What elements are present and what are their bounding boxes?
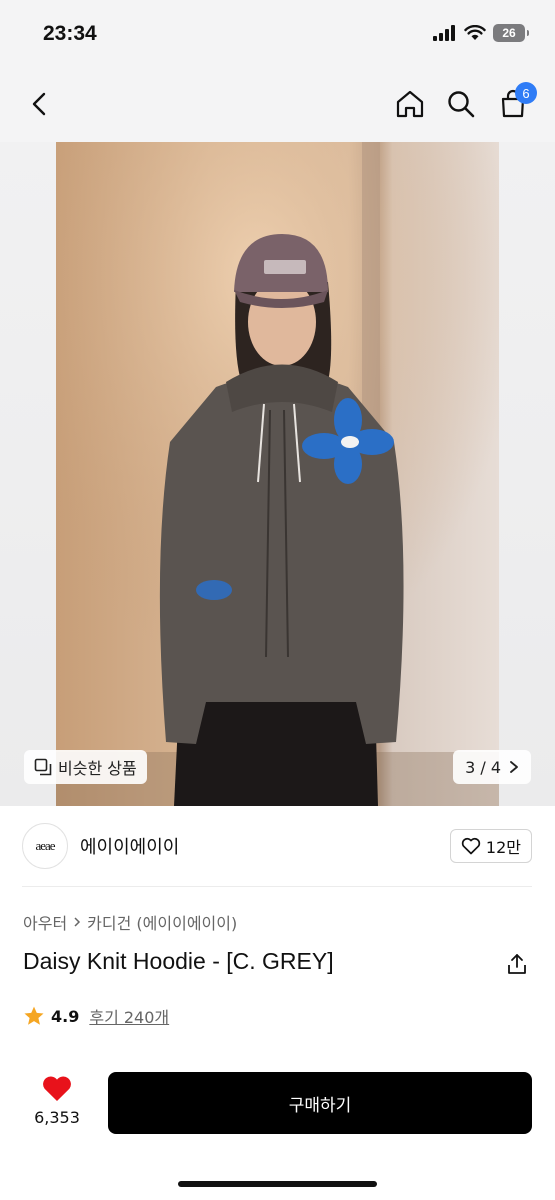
- model-photo-illustration: [56, 142, 499, 806]
- similar-products-button[interactable]: 비슷한 상품: [24, 750, 147, 784]
- status-icons: 26: [433, 24, 529, 42]
- similar-products-label: 비슷한 상품: [58, 759, 137, 778]
- share-icon: [508, 954, 526, 974]
- wifi-icon: [464, 25, 486, 40]
- home-icon: [396, 90, 424, 118]
- buy-button[interactable]: 구매하기: [108, 1072, 532, 1134]
- back-button[interactable]: [20, 84, 60, 124]
- product-title: Daisy Knit Hoodie - [C. GREY]: [23, 948, 334, 974]
- home-indicator: [178, 1181, 377, 1187]
- star-icon: [24, 1006, 44, 1025]
- home-button[interactable]: [390, 84, 430, 124]
- cart-button[interactable]: 6: [493, 82, 537, 124]
- cart-count-badge: 6: [515, 82, 537, 104]
- status-time: 23:34: [43, 22, 97, 45]
- image-pager-label: 3 / 4: [465, 757, 501, 777]
- chevron-right-icon: [510, 761, 518, 773]
- search-button[interactable]: [441, 84, 481, 124]
- review-count-link[interactable]: 후기 240개: [89, 1004, 169, 1028]
- rating-value: 4.9: [51, 1006, 80, 1026]
- brand-like-count: 12만: [485, 838, 521, 857]
- image-pager-button[interactable]: 3 / 4: [453, 750, 531, 784]
- wishlist-count: 6,353: [34, 1108, 80, 1127]
- brand-logo[interactable]: aeae: [22, 823, 68, 869]
- brand-row: aeae 에이이에이이 12만: [22, 822, 532, 870]
- breadcrumb-category[interactable]: 아우터: [23, 910, 67, 934]
- chevron-right-icon: [74, 917, 81, 927]
- nav-bar: 6: [0, 66, 555, 142]
- search-icon: [448, 91, 475, 118]
- heart-outline-icon: [461, 837, 481, 855]
- brand-like-button[interactable]: 12만: [449, 829, 532, 863]
- product-image-carousel[interactable]: 비슷한 상품 3 / 4: [0, 142, 555, 806]
- brand-name[interactable]: 에이이에이이: [80, 833, 179, 859]
- share-button[interactable]: [503, 950, 531, 978]
- breadcrumb-subcategory[interactable]: 카디건 (에이이에이이): [87, 910, 237, 934]
- divider: [22, 886, 532, 887]
- product-photo: [56, 142, 499, 806]
- status-bar: 23:34 26: [0, 0, 555, 66]
- chevron-left-icon: [32, 92, 46, 116]
- battery-icon: 26: [493, 24, 529, 42]
- breadcrumb: 아우터 카디건 (에이이에이이): [23, 910, 237, 934]
- heart-filled-icon: [43, 1076, 71, 1101]
- wishlist-button[interactable]: 6,353: [26, 1074, 88, 1127]
- rating-row: 4.9 후기 240개: [23, 1004, 169, 1028]
- copy-icon: [34, 758, 52, 776]
- cellular-signal-icon: [433, 25, 455, 41]
